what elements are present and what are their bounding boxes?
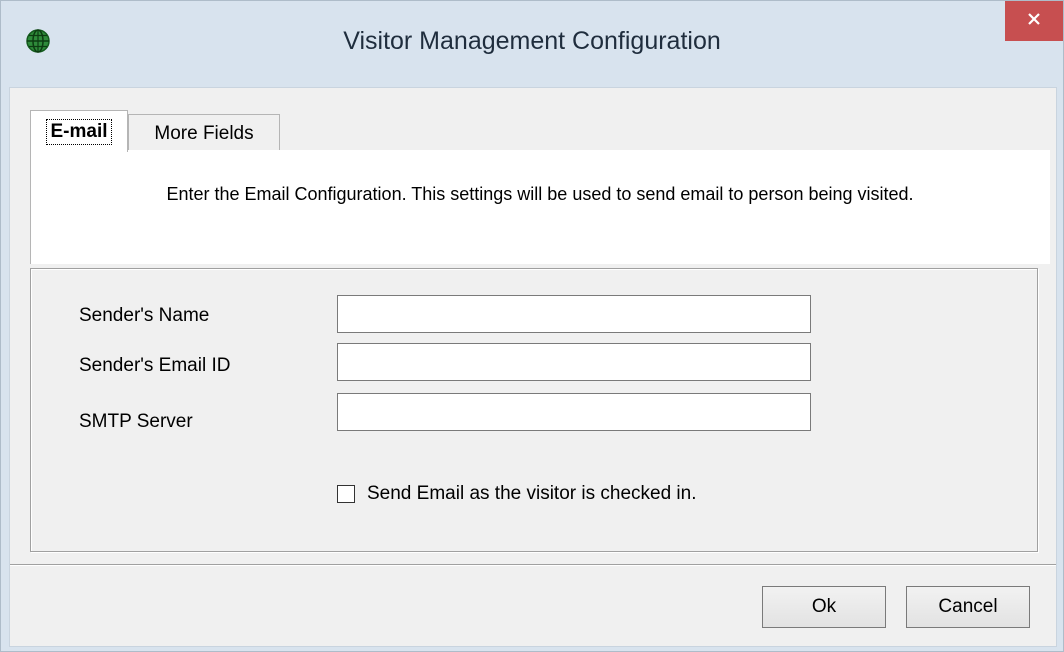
email-description: Enter the Email Configuration. This sett…: [166, 184, 914, 204]
close-button[interactable]: [1005, 1, 1063, 41]
send-email-checkbox-label: Send Email as the visitor is checked in.: [367, 483, 697, 504]
send-email-checkbox[interactable]: [337, 485, 355, 503]
tab-email[interactable]: E-mail: [30, 110, 128, 152]
tab-more-fields-label: More Fields: [154, 122, 254, 144]
close-icon: [1026, 11, 1042, 32]
dialog-client-area: E-mail More Fields Enter the Email Confi…: [9, 87, 1057, 647]
email-settings-group: Sender's Name Sender's Email ID SMTP Ser…: [30, 268, 1038, 552]
window-title: Visitor Management Configuration: [343, 27, 721, 55]
cancel-button[interactable]: Cancel: [906, 586, 1030, 628]
smtp-server-input[interactable]: [337, 393, 811, 431]
title-bar[interactable]: Visitor Management Configuration: [1, 1, 1063, 87]
email-description-panel: Enter the Email Configuration. This sett…: [30, 150, 1050, 264]
tab-more-fields[interactable]: More Fields: [128, 114, 280, 152]
senders-name-label: Sender's Name: [79, 305, 210, 326]
senders-email-label: Sender's Email ID: [79, 355, 231, 376]
dialog-window: Visitor Management Configuration E-mail …: [0, 0, 1064, 652]
footer-separator: [10, 564, 1056, 566]
tab-email-label: E-mail: [46, 118, 112, 145]
senders-name-input[interactable]: [337, 295, 811, 333]
senders-email-input[interactable]: [337, 343, 811, 381]
send-email-checkin-option[interactable]: Send Email as the visitor is checked in.: [337, 483, 697, 505]
smtp-server-label: SMTP Server: [79, 411, 193, 432]
ok-button[interactable]: Ok: [762, 586, 886, 628]
